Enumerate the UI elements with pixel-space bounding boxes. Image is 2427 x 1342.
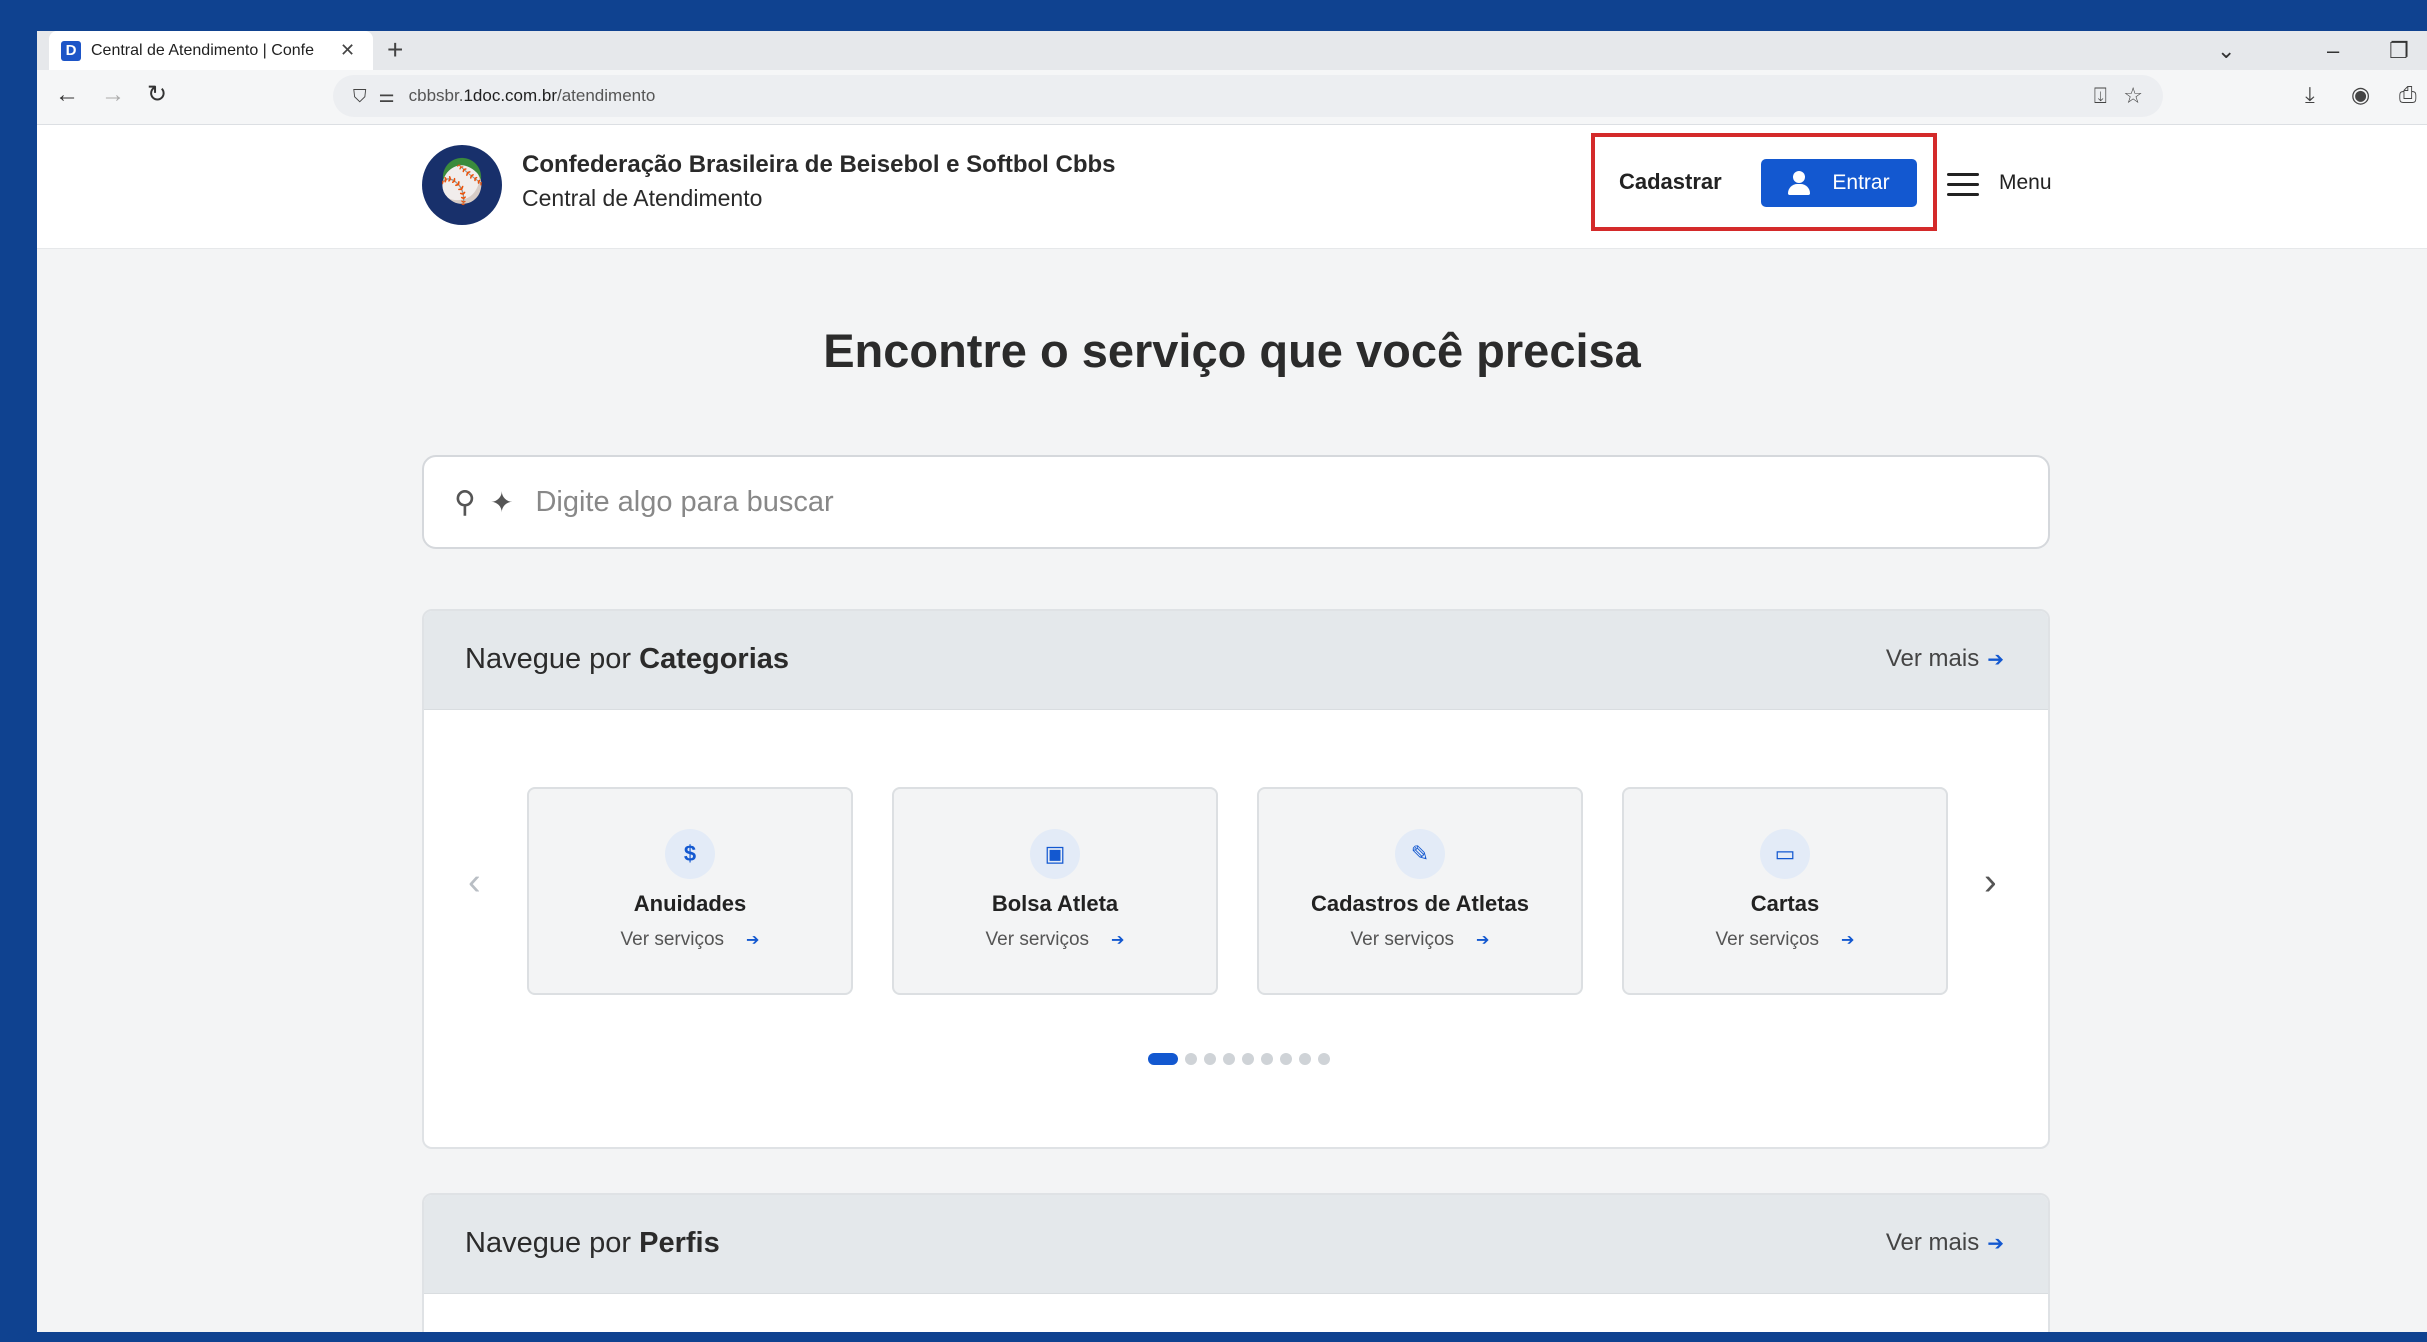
bookmark-star-icon[interactable]: ☆ [2123, 83, 2143, 109]
forward-arrow-icon[interactable]: → [101, 80, 125, 110]
category-card-cartas[interactable]: ▭ Cartas Ver serviços ➔ [1622, 787, 1948, 995]
categories-see-more-link[interactable]: Ver mais ➔ [1886, 645, 2004, 673]
browser-window: D Central de Atendimento | Confe ✕ + ⌄ –… [37, 31, 2427, 1332]
search-icon: ⚲ [454, 485, 476, 519]
carousel-dot[interactable] [1261, 1053, 1273, 1065]
card-title: Cartas [1750, 891, 1820, 916]
pencil-icon: ✎ [1395, 829, 1445, 879]
tab-title: Central de Atendimento | Confe [91, 41, 314, 59]
arrow-right-icon: ➔ [1987, 1233, 2004, 1255]
page-title: Encontre o serviço que você precisa [823, 324, 1641, 377]
arrow-right-icon: ➔ [1111, 932, 1125, 949]
profile-icon[interactable]: ◉ [2351, 82, 2370, 108]
search-box[interactable]: ⚲ ✦ [422, 455, 2050, 549]
login-label: Entrar [1832, 171, 1890, 194]
card-link[interactable]: Ver serviços ➔ [894, 929, 1216, 951]
tab-strip: D Central de Atendimento | Confe ✕ + ⌄ –… [37, 31, 2427, 70]
card-title: Cadastros de Atletas [1310, 891, 1530, 916]
money-icon: ▣ [1030, 829, 1080, 879]
minimize-icon[interactable]: – [2327, 31, 2339, 70]
site-favicon-icon: D [61, 40, 81, 61]
carousel-dot[interactable] [1185, 1053, 1197, 1065]
tab-search-icon[interactable]: ⌄ [2217, 31, 2235, 70]
arrow-right-icon: ➔ [1476, 932, 1490, 949]
carousel-dot[interactable] [1242, 1053, 1254, 1065]
carousel-prev-icon[interactable]: ‹ [468, 861, 481, 904]
browser-toolbar: ← → ↻ ⛉ ⚌ cbbsbr.1doc.com.br/atendimento… [37, 70, 2427, 125]
carousel-dot[interactable] [1299, 1053, 1311, 1065]
profiles-header: Navegue por Perfis Ver mais ➔ [424, 1195, 2048, 1294]
search-input[interactable] [533, 484, 1938, 520]
reload-icon[interactable]: ↻ [147, 80, 167, 110]
arrow-right-icon: ➔ [1841, 932, 1855, 949]
new-tab-icon[interactable]: + [387, 33, 403, 67]
carousel-next-icon[interactable]: › [1984, 861, 1997, 904]
card-link[interactable]: Ver serviços ➔ [1624, 929, 1946, 951]
carousel-dot[interactable] [1148, 1053, 1178, 1065]
org-subtitle: Central de Atendimento [522, 185, 763, 211]
arrow-right-icon: ➔ [746, 932, 760, 949]
category-card-anuidades[interactable]: $ Anuidades Ver serviços ➔ [527, 787, 853, 995]
arrow-right-icon: ➔ [1987, 649, 2004, 671]
categories-title: Navegue por Categorias [465, 643, 790, 675]
profiles-title: Navegue por Perfis [465, 1227, 720, 1259]
carousel-dot[interactable] [1280, 1053, 1292, 1065]
category-card-bolsa-atleta[interactable]: ▣ Bolsa Atleta Ver serviços ➔ [892, 787, 1218, 995]
card-link[interactable]: Ver serviços ➔ [1259, 929, 1581, 951]
extensions-icon[interactable]: ⎙ [2399, 82, 2417, 108]
user-icon [1788, 171, 1811, 195]
org-name[interactable]: Confederação Brasileira de Beisebol e So… [522, 151, 1115, 179]
profiles-panel: Navegue por Perfis Ver mais ➔ [422, 1193, 2050, 1332]
url-text: cbbsbr.1doc.com.br/atendimento [408, 86, 656, 105]
login-button[interactable]: Entrar [1761, 159, 1917, 207]
carousel-dot[interactable] [1223, 1053, 1235, 1065]
categories-header: Navegue por Categorias Ver mais ➔ [424, 611, 2048, 710]
carousel-dot[interactable] [1318, 1053, 1330, 1065]
restore-icon[interactable]: ❐ [2389, 31, 2409, 70]
web-page: ⚾ Confederação Brasileira de Beisebol e … [37, 125, 2427, 1332]
book-icon: ▭ [1760, 829, 1810, 879]
menu-label[interactable]: Menu [1999, 171, 2052, 195]
back-arrow-icon[interactable]: ← [55, 80, 79, 110]
profiles-see-more-link[interactable]: Ver mais ➔ [1886, 1229, 2004, 1257]
browser-tab[interactable]: D Central de Atendimento | Confe ✕ [49, 31, 373, 70]
shield-icon[interactable]: ⛉ [353, 86, 367, 107]
downloads-icon[interactable]: ⤓ [2305, 82, 2315, 108]
close-tab-icon[interactable]: ✕ [340, 40, 355, 61]
card-link[interactable]: Ver serviços ➔ [529, 929, 851, 951]
ai-sparkle-icon: ✦ [489, 486, 514, 518]
hamburger-menu-icon[interactable] [1947, 173, 1979, 197]
cbbs-logo-icon[interactable]: ⚾ [422, 145, 502, 225]
categories-panel: Navegue por Categorias Ver mais ➔ ‹ $ Anu… [422, 609, 2050, 1149]
install-app-icon[interactable]: ⍗ [2094, 83, 2107, 109]
card-title: Anuidades [633, 891, 747, 916]
signup-link[interactable]: Cadastrar [1619, 169, 1722, 195]
carousel-dot[interactable] [1204, 1053, 1216, 1065]
carousel-pagination [1148, 1053, 1337, 1065]
address-bar[interactable]: ⛉ ⚌ cbbsbr.1doc.com.br/atendimento ⍗ ☆ [333, 75, 2163, 117]
category-card-cadastros-de-atletas[interactable]: ✎ Cadastros de Atletas Ver serviços ➔ [1257, 787, 1583, 995]
dollar-icon: $ [665, 829, 715, 879]
site-settings-icon[interactable]: ⚌ [379, 86, 395, 107]
site-header: ⚾ Confederação Brasileira de Beisebol e … [37, 125, 2427, 249]
card-title: Bolsa Atleta [991, 891, 1119, 916]
